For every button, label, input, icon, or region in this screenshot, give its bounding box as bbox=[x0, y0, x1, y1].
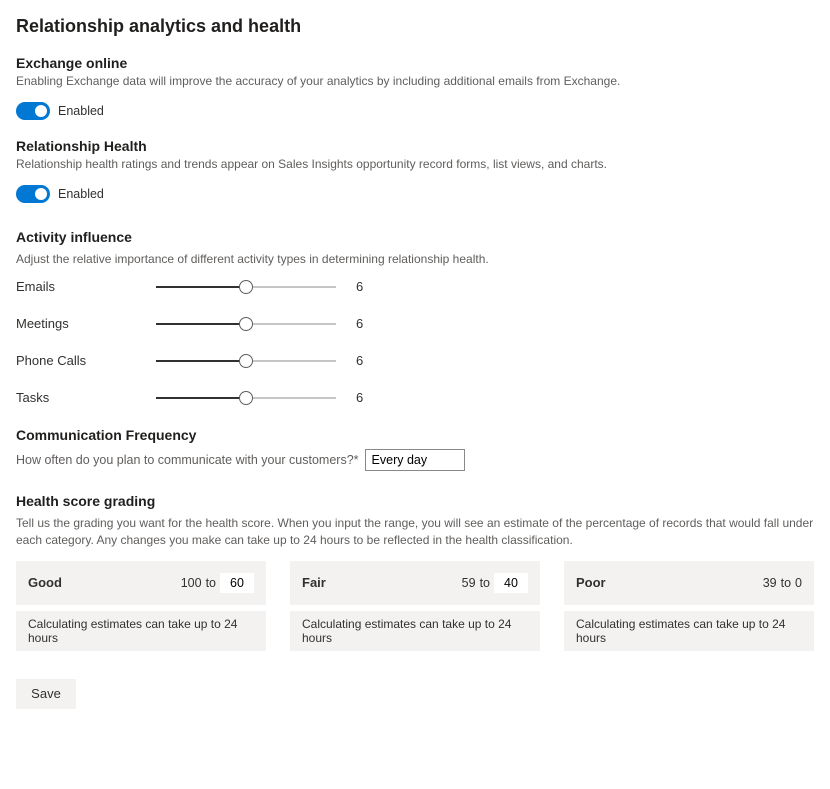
grade-name: Poor bbox=[576, 575, 606, 590]
grade-poor-note: Calculating estimates can take up to 24 … bbox=[564, 611, 814, 651]
activity-influence-title: Activity influence bbox=[16, 229, 814, 245]
meetings-value: 6 bbox=[356, 316, 376, 331]
health-toggle-label: Enabled bbox=[58, 187, 104, 201]
relationship-health-title: Relationship Health bbox=[16, 138, 814, 154]
meetings-slider[interactable] bbox=[156, 317, 336, 331]
grade-name: Fair bbox=[302, 575, 326, 590]
relationship-health-desc: Relationship health ratings and trends a… bbox=[16, 156, 814, 173]
grade-good-high: 100 bbox=[181, 576, 202, 590]
exchange-toggle-label: Enabled bbox=[58, 104, 104, 118]
grade-card-good: Good 100 to Calculating estimates can ta… bbox=[16, 561, 266, 651]
grade-fair-high: 59 bbox=[462, 576, 476, 590]
grade-to: to bbox=[480, 576, 490, 590]
activity-label: Phone Calls bbox=[16, 353, 156, 368]
exchange-desc: Enabling Exchange data will improve the … bbox=[16, 73, 814, 90]
health-score-grading-desc: Tell us the grading you want for the hea… bbox=[16, 515, 814, 549]
activity-influence-desc: Adjust the relative importance of differ… bbox=[16, 251, 814, 268]
grade-fair-note: Calculating estimates can take up to 24 … bbox=[290, 611, 540, 651]
grade-card-fair: Fair 59 to Calculating estimates can tak… bbox=[290, 561, 540, 651]
grade-good-low-input[interactable] bbox=[220, 573, 254, 593]
exchange-toggle[interactable] bbox=[16, 102, 50, 120]
grade-to: to bbox=[206, 576, 216, 590]
grade-good-note: Calculating estimates can take up to 24 … bbox=[16, 611, 266, 651]
activity-label: Emails bbox=[16, 279, 156, 294]
phone-calls-slider[interactable] bbox=[156, 354, 336, 368]
activity-label: Meetings bbox=[16, 316, 156, 331]
activity-label: Tasks bbox=[16, 390, 156, 405]
emails-slider[interactable] bbox=[156, 280, 336, 294]
page-title: Relationship analytics and health bbox=[16, 16, 814, 37]
health-toggle[interactable] bbox=[16, 185, 50, 203]
phone-calls-value: 6 bbox=[356, 353, 376, 368]
emails-value: 6 bbox=[356, 279, 376, 294]
grade-poor-low: 0 bbox=[795, 576, 802, 590]
activity-row-phone-calls: Phone Calls 6 bbox=[16, 353, 814, 368]
grade-name: Good bbox=[28, 575, 62, 590]
health-score-grading-title: Health score grading bbox=[16, 493, 814, 509]
grade-poor-high: 39 bbox=[763, 576, 777, 590]
communication-frequency-select[interactable] bbox=[365, 449, 465, 471]
tasks-slider[interactable] bbox=[156, 391, 336, 405]
grade-fair-low-input[interactable] bbox=[494, 573, 528, 593]
activity-row-meetings: Meetings 6 bbox=[16, 316, 814, 331]
communication-frequency-title: Communication Frequency bbox=[16, 427, 814, 443]
communication-frequency-label: How often do you plan to communicate wit… bbox=[16, 453, 359, 467]
activity-row-tasks: Tasks 6 bbox=[16, 390, 814, 405]
grade-card-poor: Poor 39 to 0 Calculating estimates can t… bbox=[564, 561, 814, 651]
activity-row-emails: Emails 6 bbox=[16, 279, 814, 294]
save-button[interactable]: Save bbox=[16, 679, 76, 709]
tasks-value: 6 bbox=[356, 390, 376, 405]
exchange-title: Exchange online bbox=[16, 55, 814, 71]
grade-to: to bbox=[781, 576, 791, 590]
